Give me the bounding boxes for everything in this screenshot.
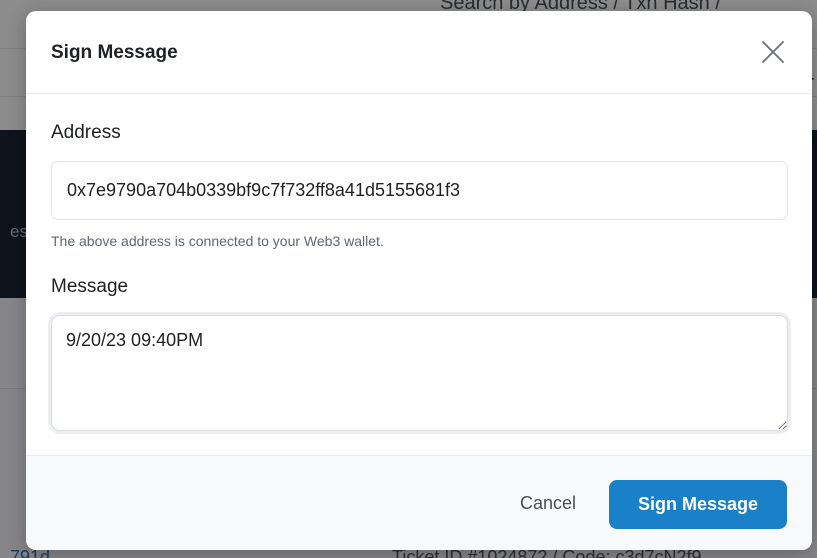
address-field[interactable] xyxy=(51,161,788,220)
cancel-button[interactable]: Cancel xyxy=(498,479,598,527)
address-label: Address xyxy=(51,122,121,143)
message-textarea[interactable]: 9/20/23 09:40PM xyxy=(51,315,788,431)
modal-footer: Cancel Sign Message xyxy=(26,455,812,550)
sign-message-modal: Sign Message Address The above address i… xyxy=(26,11,812,550)
address-helper-text: The above address is connected to your W… xyxy=(51,233,384,249)
close-icon[interactable] xyxy=(760,39,786,65)
message-label: Message xyxy=(51,276,129,297)
modal-header: Sign Message xyxy=(26,11,812,94)
sign-message-button[interactable]: Sign Message xyxy=(609,480,787,529)
modal-title: Sign Message xyxy=(51,42,178,63)
